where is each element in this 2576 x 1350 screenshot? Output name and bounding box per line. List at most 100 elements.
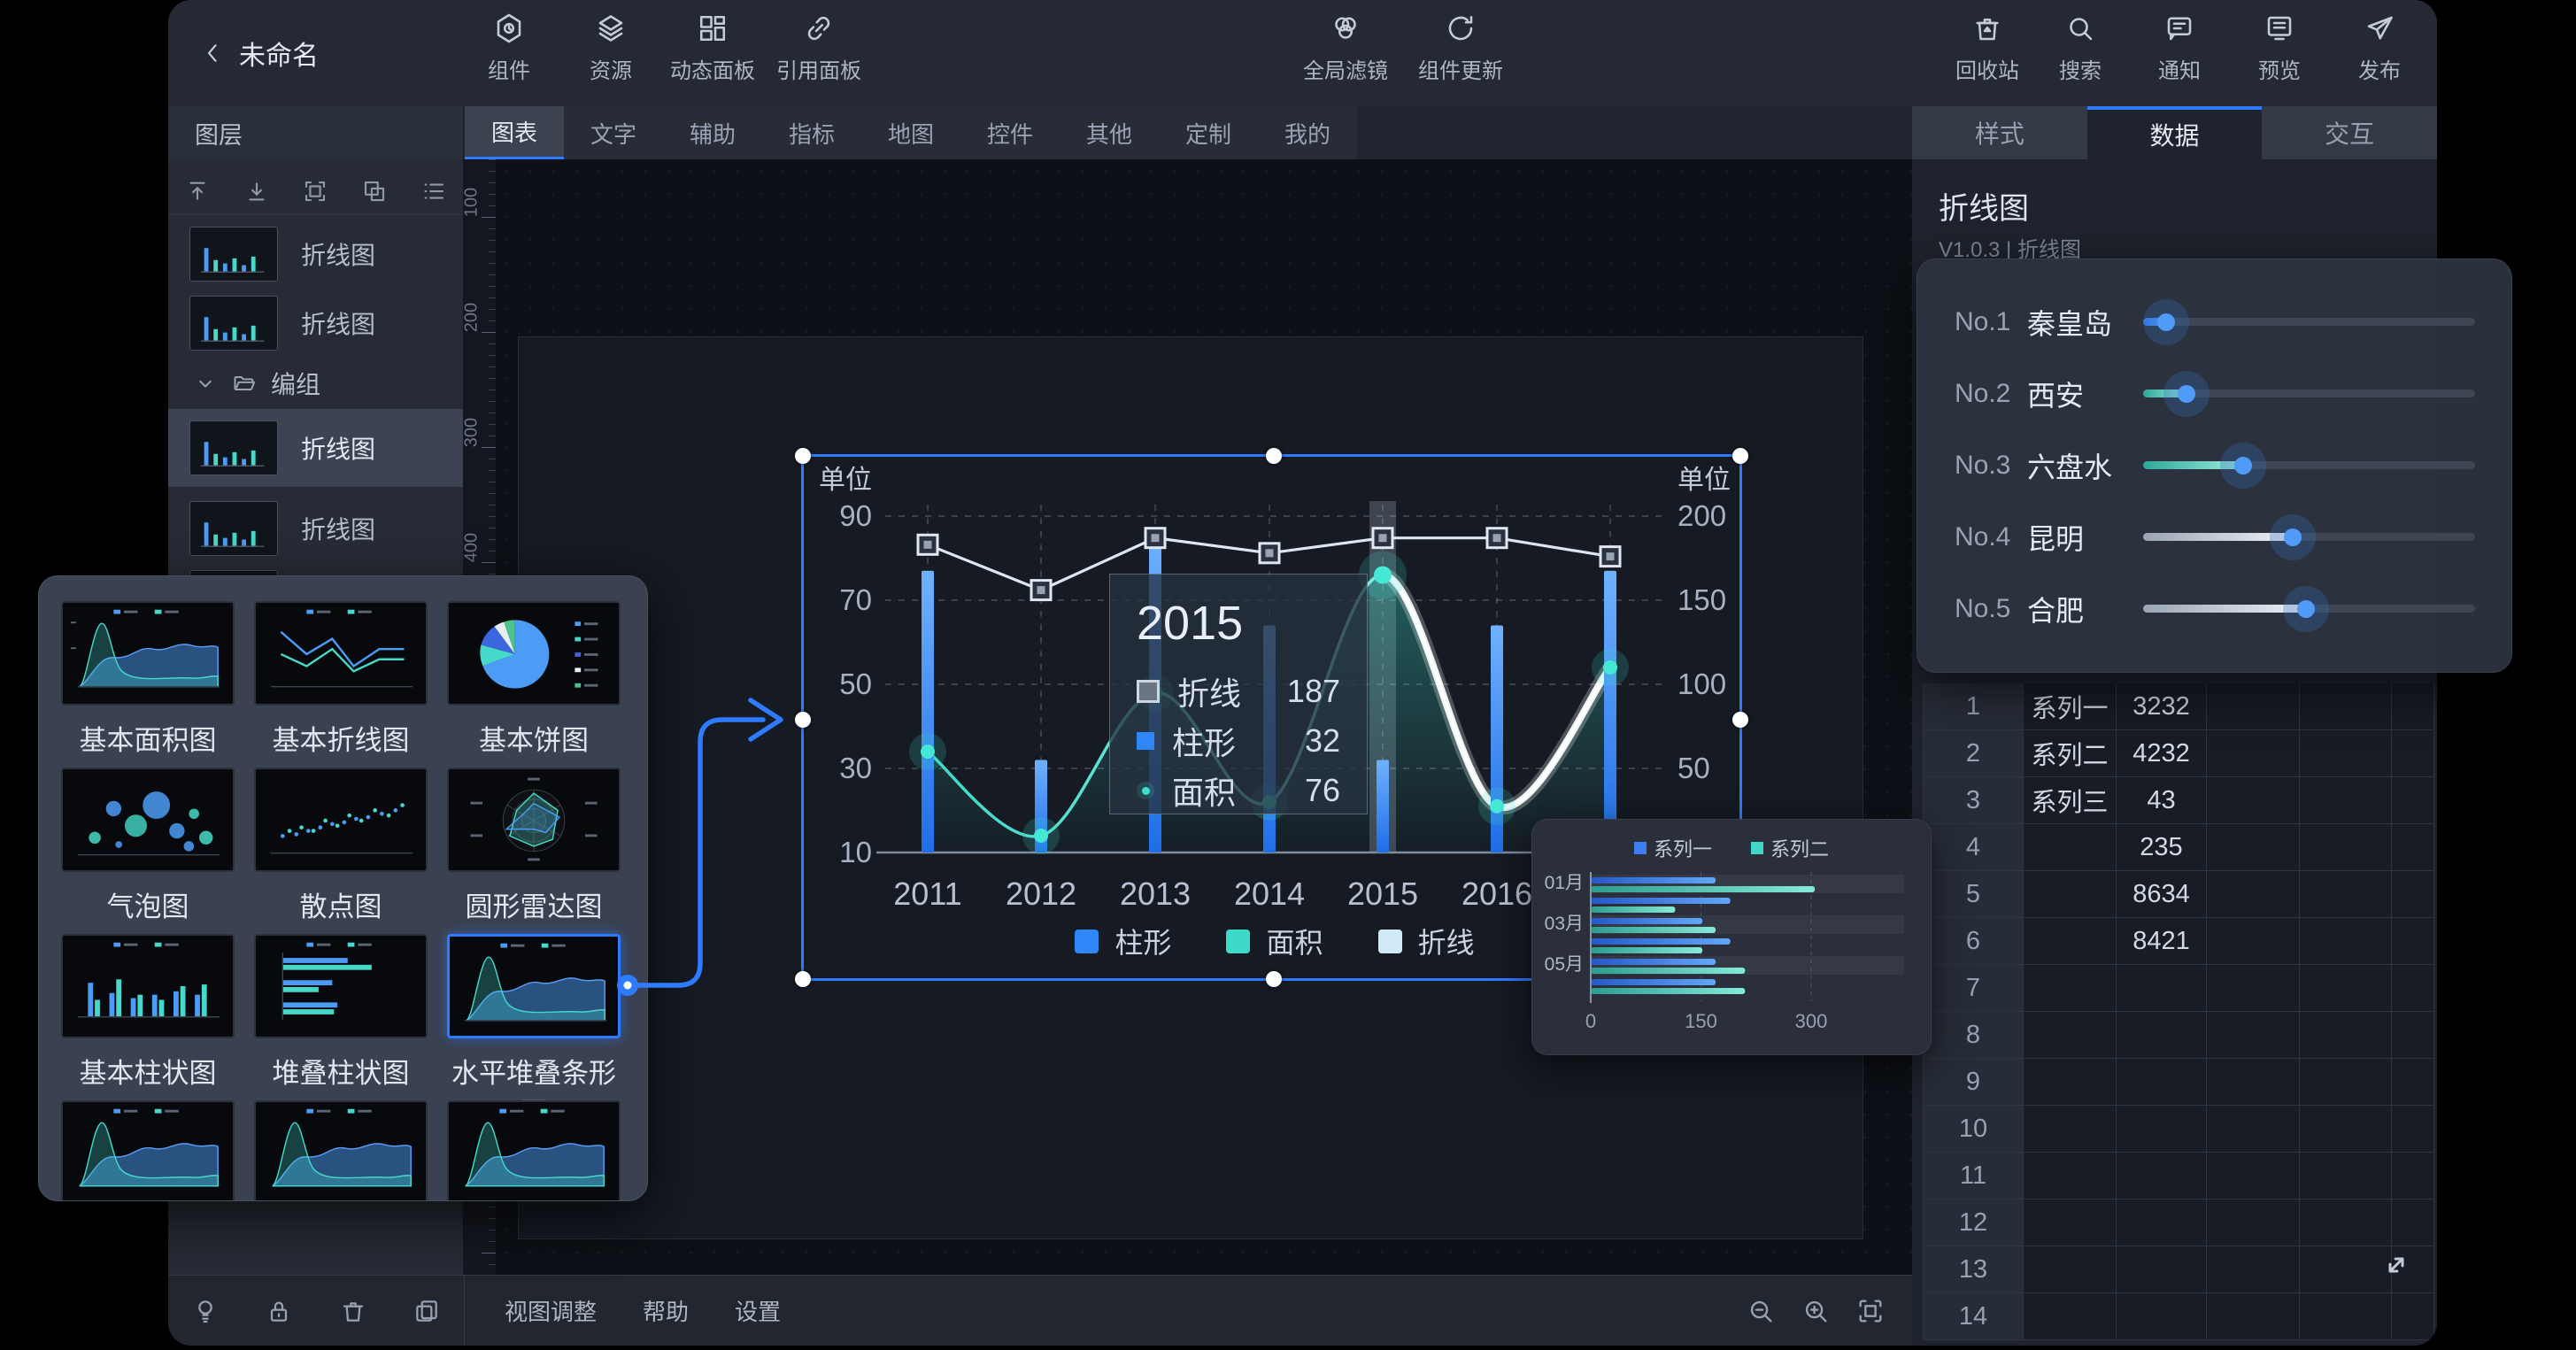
tab-mine[interactable]: 我的 [1258, 106, 1357, 159]
tooltip-title: 2015 [1137, 596, 1340, 651]
back-button[interactable]: 未命名 [200, 0, 319, 106]
slider-track[interactable] [2143, 533, 2475, 541]
table-row[interactable]: 9 [1923, 1059, 2434, 1106]
component-update-button[interactable]: 组件更新 [1403, 12, 1518, 84]
chart-legend-item[interactable]: 柱形 [1075, 921, 1171, 961]
slider-track[interactable] [2143, 318, 2475, 326]
table-row[interactable]: 11 [1923, 1153, 2434, 1200]
tab-text[interactable]: 文字 [564, 106, 663, 159]
tab-auxiliary[interactable]: 辅助 [663, 106, 762, 159]
slider-handle[interactable] [2297, 600, 2315, 618]
table-row[interactable]: 58634 [1923, 871, 2434, 918]
help-button[interactable]: 帮助 [643, 1294, 689, 1327]
table-row[interactable]: 2系列二4232 [1923, 730, 2434, 777]
resize-handle-w[interactable] [795, 712, 811, 728]
layer-list-icon[interactable] [420, 178, 447, 204]
copy-icon[interactable] [413, 1297, 441, 1325]
data-table[interactable]: 1系列一32322系列二42323系列三43423558634684217891… [1923, 683, 2434, 1346]
trash-icon[interactable] [339, 1297, 367, 1325]
settings-button[interactable]: 设置 [735, 1294, 781, 1327]
tab-controls[interactable]: 控件 [960, 106, 1060, 159]
table-row[interactable]: 1系列一3232 [1923, 683, 2434, 730]
send-to-back-icon[interactable] [243, 178, 270, 204]
resize-handle-sw[interactable] [795, 971, 811, 987]
table-cell [2207, 871, 2300, 918]
component-hexagon-icon [493, 12, 525, 44]
picker-item-partial[interactable] [61, 1100, 235, 1201]
search-button[interactable]: 搜索 [2023, 12, 2138, 84]
resize-handle-s[interactable] [1266, 971, 1282, 987]
table-row[interactable]: 4235 [1923, 824, 2434, 871]
resize-handle-nw[interactable] [795, 448, 811, 464]
lock-icon[interactable] [265, 1297, 293, 1325]
layer-item-selected[interactable]: 折线图 [168, 409, 463, 487]
chart-legend-item[interactable]: 折线 [1378, 921, 1475, 961]
components-button[interactable]: 组件 [451, 12, 567, 84]
table-cell [2207, 1059, 2300, 1106]
picker-item-stacked-bar[interactable]: 堆叠柱状图 [254, 934, 428, 1091]
table-row[interactable]: 3系列三43 [1923, 777, 2434, 824]
dynamic-panel-button[interactable]: 动态面板 [655, 12, 770, 84]
mini-bar-chart-widget[interactable]: 系列一 系列二 01月03月05月0150300 [1531, 819, 1932, 1055]
lightbulb-icon[interactable] [191, 1297, 220, 1325]
zoom-in-icon[interactable] [1801, 1296, 1831, 1326]
preview-button[interactable]: 预览 [2222, 12, 2337, 84]
slider-handle[interactable] [2157, 313, 2175, 331]
table-cell [2392, 730, 2434, 777]
table-row[interactable]: 7 [1923, 965, 2434, 1012]
ungroup-icon[interactable] [361, 178, 388, 204]
bring-to-front-icon[interactable] [184, 178, 211, 204]
tab-map[interactable]: 地图 [861, 106, 960, 159]
picker-item-bubble[interactable]: 气泡图 [61, 768, 235, 924]
picker-item-radar[interactable]: 圆形雷达图 [447, 768, 621, 924]
resize-handle-ne[interactable] [1732, 448, 1748, 464]
global-filter-button[interactable]: 全局滤镜 [1288, 12, 1403, 84]
table-row[interactable]: 68421 [1923, 918, 2434, 965]
table-resize-icon[interactable] [2378, 1246, 2415, 1284]
tab-interaction[interactable]: 交互 [2262, 106, 2437, 159]
picker-item-area[interactable]: 基本面积图 [61, 601, 235, 758]
city-label: 六盘水 [2027, 445, 2112, 486]
table-row[interactable]: 13 [1923, 1246, 2434, 1293]
ruler-tick [489, 263, 496, 264]
slider-handle[interactable] [2284, 528, 2302, 546]
table-row[interactable]: 12 [1923, 1200, 2434, 1246]
slider-handle[interactable] [2234, 457, 2252, 474]
tab-style[interactable]: 样式 [1912, 106, 2087, 159]
view-adjust-button[interactable]: 视图调整 [505, 1294, 597, 1327]
tab-others[interactable]: 其他 [1060, 106, 1159, 159]
picker-item-scatter[interactable]: 散点图 [254, 768, 428, 924]
notifications-button[interactable]: 通知 [2122, 12, 2237, 84]
layer-item[interactable]: 折线图 [168, 221, 463, 287]
picker-item-bar[interactable]: 基本柱状图 [61, 934, 235, 1091]
publish-button[interactable]: 发布 [2322, 12, 2437, 84]
resize-handle-e[interactable] [1732, 712, 1748, 728]
picker-item-line[interactable]: 基本折线图 [254, 601, 428, 758]
layer-group-row[interactable]: 编组 [168, 359, 463, 407]
fit-screen-icon[interactable] [1855, 1296, 1886, 1326]
zoom-out-icon[interactable] [1746, 1296, 1776, 1326]
table-row[interactable]: 14 [1923, 1293, 2434, 1340]
tab-custom[interactable]: 定制 [1159, 106, 1258, 159]
folder-icon [232, 371, 257, 396]
table-row[interactable]: 10 [1923, 1106, 2434, 1153]
resize-handle-n[interactable] [1266, 448, 1282, 464]
slider-track[interactable] [2143, 605, 2475, 613]
slider-handle[interactable] [2178, 385, 2195, 403]
tab-indicators[interactable]: 指标 [762, 106, 861, 159]
table-row[interactable]: 8 [1923, 1012, 2434, 1059]
picker-item-pie[interactable]: 基本饼图 [447, 601, 621, 758]
picker-item-partial[interactable] [447, 1100, 621, 1201]
tab-data[interactable]: 数据 [2087, 106, 2263, 159]
reference-panel-button[interactable]: 引用面板 [761, 12, 876, 84]
resources-button[interactable]: 资源 [553, 12, 668, 84]
layer-item[interactable]: 折线图 [168, 496, 463, 561]
slider-track[interactable] [2143, 390, 2475, 397]
slider-track[interactable] [2143, 461, 2475, 469]
design-canvas[interactable]: 单位单位907050301020015010050020112012201320… [496, 159, 1912, 1275]
group-icon[interactable] [302, 178, 328, 204]
layer-item[interactable]: 折线图 [168, 290, 463, 356]
picker-item-partial[interactable] [254, 1100, 428, 1201]
tab-charts[interactable]: 图表 [465, 106, 564, 159]
chart-legend-item[interactable]: 面积 [1226, 921, 1323, 961]
